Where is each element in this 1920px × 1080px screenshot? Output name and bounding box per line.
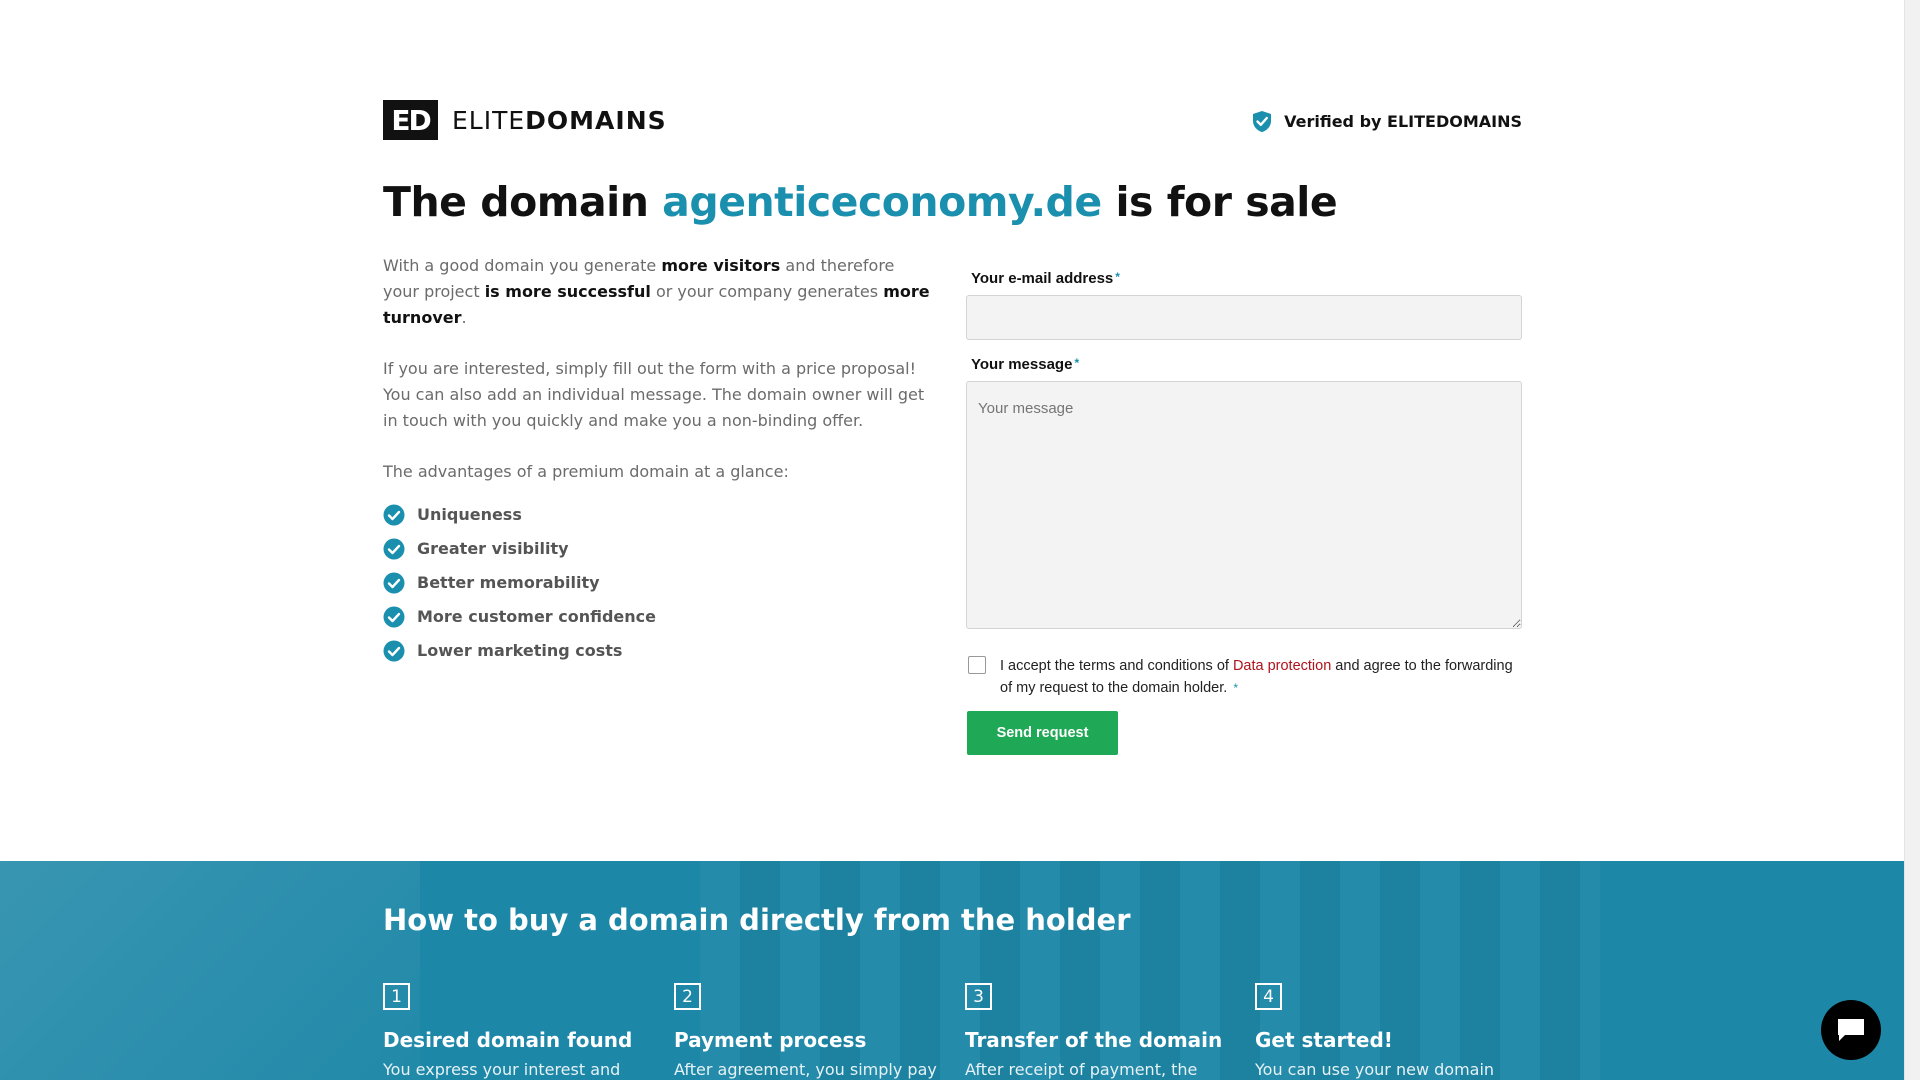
step-number: 2 — [674, 983, 701, 1010]
step-number: 4 — [1255, 983, 1282, 1010]
logo-text: ELITEDOMAINS — [452, 106, 667, 135]
intro-paragraph-2: If you are interested, simply fill out t… — [383, 359, 925, 430]
logo[interactable]: ED ELITEDOMAINS — [383, 100, 667, 140]
site-header: ED ELITEDOMAINS Verified by ELITEDOMAINS — [383, 98, 1522, 142]
check-circle-icon — [383, 572, 405, 594]
step-title: Payment process — [674, 1028, 867, 1052]
check-circle-icon — [383, 640, 405, 662]
email-label: Your e-mail address * — [971, 270, 1522, 287]
terms-checkbox[interactable] — [968, 656, 986, 674]
step-card: 3 Transfer of the domain After receipt o… — [965, 983, 1225, 1079]
step-title: Get started! — [1255, 1028, 1393, 1052]
background-texture — [0, 861, 420, 1080]
list-item: Uniqueness — [383, 498, 933, 532]
list-item: Better memorability — [383, 566, 933, 600]
list-item: More customer confidence — [383, 600, 933, 634]
how-to-heading: How to buy a domain directly from the ho… — [383, 903, 1131, 937]
list-item: Lower marketing costs — [383, 634, 933, 668]
intro-emphasis: more visitors — [661, 256, 781, 275]
send-request-button[interactable]: Send request — [967, 711, 1118, 755]
chat-bubble-icon — [1838, 1019, 1864, 1041]
advantages-intro: The advantages of a premium domain at a … — [383, 462, 789, 481]
intro-paragraph-1: With a good domain you generate more vis… — [383, 253, 933, 331]
title-before: The domain — [383, 178, 649, 226]
terms-text-a: I accept the terms and conditions of — [1000, 658, 1233, 674]
step-description: After agreement, you simply pay — [674, 1060, 937, 1079]
step-card: 4 Get started! You can use your new doma… — [1255, 983, 1515, 1079]
terms-row: I accept the terms and conditions of Dat… — [966, 655, 1522, 699]
email-field[interactable] — [966, 295, 1522, 340]
advantage-label: More customer confidence — [417, 607, 657, 626]
verified-text: Verified by ELITEDOMAINS — [1284, 112, 1522, 131]
step-description: You express your interest and — [383, 1060, 621, 1079]
message-label: Your message * — [971, 356, 1522, 373]
advantage-label: Lower marketing costs — [417, 641, 623, 660]
required-mark: * — [1233, 681, 1239, 695]
contact-form: Your e-mail address* Your message* I acc… — [966, 270, 1522, 755]
intro-section: With a good domain you generate more vis… — [383, 253, 933, 668]
step-description: After receipt of payment, the — [965, 1060, 1198, 1079]
verified-badge: Verified by ELITEDOMAINS — [1252, 110, 1522, 133]
step-card: 1 Desired domain found You express your … — [383, 983, 643, 1079]
message-field[interactable] — [966, 381, 1522, 629]
advantage-label: Greater visibility — [417, 539, 569, 558]
intro-text: With a good domain you generate — [383, 256, 662, 275]
advantage-label: Uniqueness — [417, 505, 522, 524]
logo-text-light: ELITE — [452, 105, 526, 135]
step-title: Desired domain found — [383, 1028, 633, 1052]
check-circle-icon — [383, 538, 405, 560]
required-mark: * — [1074, 356, 1080, 370]
vertical-scrollbar[interactable] — [1904, 0, 1920, 1080]
check-circle-icon — [383, 606, 405, 628]
message-label-text: Your message — [971, 356, 1073, 373]
advantages-list: Uniqueness Greater visibility Better mem… — [383, 498, 933, 668]
email-label-text: Your e-mail address — [971, 270, 1114, 287]
step-card: 2 Payment process After agreement, you s… — [674, 983, 937, 1079]
title-after: is for sale — [1115, 178, 1338, 226]
chat-button[interactable] — [1821, 1000, 1881, 1060]
check-circle-icon — [383, 504, 405, 526]
logo-text-bold: DOMAINS — [525, 105, 667, 135]
step-description: You can use your new domain — [1255, 1060, 1495, 1079]
step-number: 1 — [383, 983, 410, 1010]
logo-mark: ED — [383, 100, 438, 140]
step-title: Transfer of the domain — [965, 1028, 1223, 1052]
intro-text: . — [461, 308, 467, 327]
how-to-buy-section: How to buy a domain directly from the ho… — [0, 861, 1905, 1080]
required-mark: * — [1115, 270, 1120, 284]
domain-name: agenticeconomy.de — [662, 178, 1102, 226]
intro-text: or your company generates — [650, 282, 884, 301]
page-title: The domain agenticeconomy.de is for sale — [383, 178, 1338, 226]
step-number: 3 — [965, 983, 992, 1010]
list-item: Greater visibility — [383, 532, 933, 566]
advantage-label: Better memorability — [417, 573, 600, 592]
terms-text: I accept the terms and conditions of Dat… — [1000, 655, 1522, 699]
scrollbar-thumb[interactable] — [1907, 2, 1918, 832]
shield-check-icon — [1253, 111, 1272, 132]
intro-emphasis: is more successful — [484, 282, 651, 301]
data-protection-link[interactable]: Data protection — [1233, 658, 1331, 674]
